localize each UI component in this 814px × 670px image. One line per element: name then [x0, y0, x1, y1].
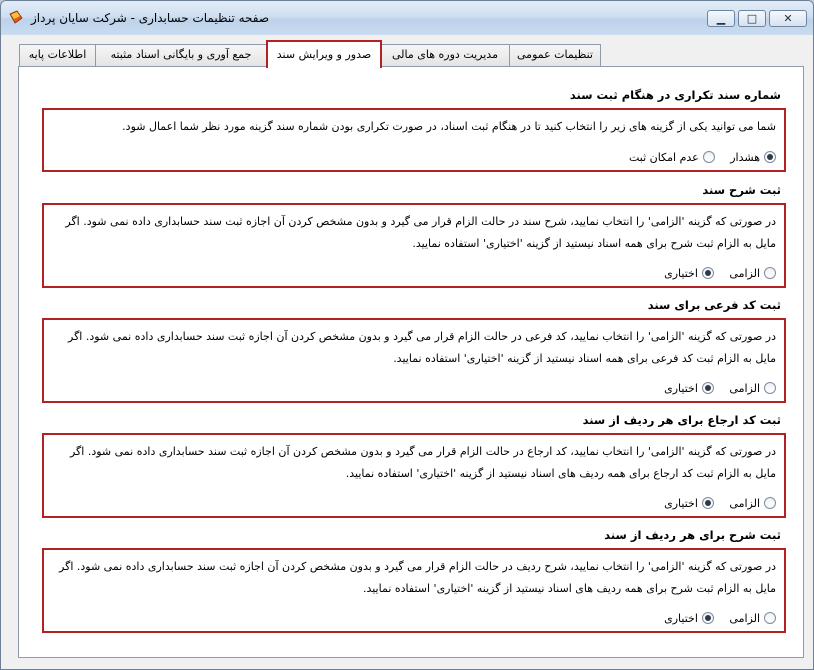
radio-button[interactable] — [764, 266, 776, 279]
radio-group-document-description: الزامی اختیاری — [652, 266, 776, 280]
radio-option-optional[interactable]: اختیاری — [664, 381, 714, 395]
section-description: در صورتی که گزینه 'الزامی' را انتخاب نما… — [65, 215, 776, 250]
section-title-row-description: ثبت شرح برای هر ردیف از سند — [604, 528, 781, 542]
radio-group-sub-code: الزامی اختیاری — [652, 381, 776, 395]
radio-label: عدم امکان ثبت — [628, 150, 699, 164]
radio-label: الزامی — [729, 266, 760, 280]
settings-window: صفحه تنظیمات حسابداری - شرکت سایان پرداز… — [0, 0, 814, 670]
section-title-sub-code: ثبت کد فرعی برای سند — [647, 298, 781, 312]
window-title: صفحه تنظیمات حسابداری - شرکت سایان پرداز — [31, 11, 270, 25]
section-box-sub-code: در صورتی که گزینه 'الزامی' را انتخاب نما… — [42, 318, 786, 403]
title-bar[interactable]: صفحه تنظیمات حسابداری - شرکت سایان پرداز… — [1, 1, 813, 35]
radio-button[interactable] — [701, 381, 714, 394]
tab-general-settings[interactable]: تنظیمات عمومی — [509, 44, 601, 66]
section-box-duplicate-number: شما می توانید یکی از گزینه های زیر را ان… — [42, 108, 786, 172]
window-client-area: تنظیمات عمومی مدیریت دوره های مالی صدور … — [8, 35, 806, 662]
section-box-document-description: در صورتی که گزینه 'الزامی' را انتخاب نما… — [42, 203, 786, 288]
radio-option-prevent[interactable]: عدم امکان ثبت — [628, 150, 715, 164]
section-description: شما می توانید یکی از گزینه های زیر را ان… — [122, 120, 776, 133]
radio-option-required[interactable]: الزامی — [729, 381, 776, 395]
radio-button[interactable] — [764, 611, 776, 624]
radio-label: اختیاری — [664, 611, 698, 625]
section-description: در صورتی که گزینه 'الزامی' را انتخاب نما… — [69, 445, 776, 480]
section-title-reference-code: ثبت کد ارجاع برای هر ردیف از سند — [582, 413, 781, 427]
close-button[interactable]: ✕ — [769, 10, 807, 27]
radio-option-optional[interactable]: اختیاری — [664, 496, 714, 510]
radio-button[interactable] — [764, 381, 776, 394]
tab-document-issuance[interactable]: صدور و ویرایش سند — [266, 40, 382, 68]
radio-option-warning[interactable]: هشدار — [730, 150, 776, 164]
radio-label: اختیاری — [664, 496, 698, 510]
radio-option-optional[interactable]: اختیاری — [664, 611, 714, 625]
radio-label: الزامی — [729, 381, 760, 395]
section-box-reference-code: در صورتی که گزینه 'الزامی' را انتخاب نما… — [42, 433, 786, 518]
minimize-icon: ▁ — [716, 12, 726, 25]
radio-option-required[interactable]: الزامی — [729, 496, 776, 510]
radio-button[interactable] — [701, 496, 714, 509]
radio-button[interactable] — [764, 150, 776, 163]
radio-option-required[interactable]: الزامی — [729, 611, 776, 625]
maximize-button[interactable]: □ — [738, 10, 766, 27]
tab-fiscal-periods[interactable]: مدیریت دوره های مالی — [380, 44, 510, 66]
maximize-icon: □ — [746, 12, 758, 25]
radio-option-optional[interactable]: اختیاری — [664, 266, 714, 280]
radio-button[interactable] — [701, 611, 714, 624]
radio-label: الزامی — [729, 496, 760, 510]
section-description: در صورتی که گزینه 'الزامی' را انتخاب نما… — [59, 560, 776, 595]
radio-button[interactable] — [701, 266, 714, 279]
radio-label: الزامی — [729, 611, 760, 625]
radio-button[interactable] — [764, 496, 776, 509]
tab-strip: تنظیمات عمومی مدیریت دوره های مالی صدور … — [8, 35, 806, 68]
radio-label: هشدار — [730, 150, 760, 164]
app-icon — [9, 10, 23, 24]
tab-panel-document-issuance: شماره سند تکراری در هنگام ثبت سند شما می… — [18, 66, 804, 658]
radio-group-row-description: الزامی اختیاری — [652, 611, 776, 625]
tab-basic-info[interactable]: اطلاعات پایه — [19, 44, 96, 66]
radio-group-duplicate-number: هشدار عدم امکان ثبت — [617, 150, 776, 164]
section-description: در صورتی که گزینه 'الزامی' را انتخاب نما… — [68, 330, 776, 365]
radio-label: اختیاری — [664, 266, 698, 280]
radio-button[interactable] — [702, 150, 715, 163]
section-title-duplicate-number: شماره سند تکراری در هنگام ثبت سند — [569, 88, 781, 102]
section-title-document-description: ثبت شرح سند — [702, 183, 781, 197]
tab-document-archive[interactable]: جمع آوری و بایگانی اسناد مثبته — [95, 44, 267, 66]
radio-option-required[interactable]: الزامی — [729, 266, 776, 280]
close-icon: ✕ — [783, 12, 793, 25]
section-box-row-description: در صورتی که گزینه 'الزامی' را انتخاب نما… — [42, 548, 786, 633]
radio-group-reference-code: الزامی اختیاری — [652, 496, 776, 510]
radio-label: اختیاری — [664, 381, 698, 395]
minimize-button[interactable]: ▁ — [707, 10, 735, 27]
